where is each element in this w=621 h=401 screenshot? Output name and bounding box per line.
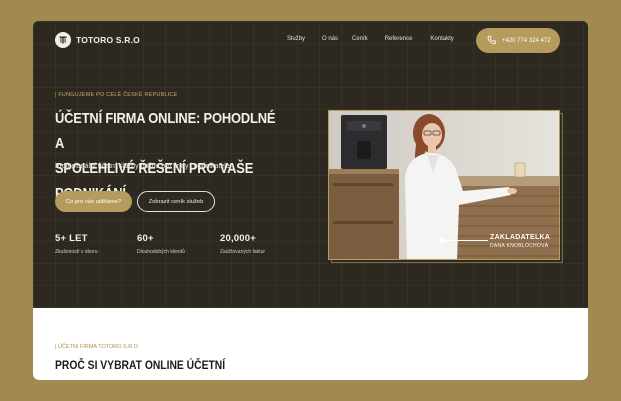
browser-page: TOTORO S.R.O Služby O nás Ceník Referenc… [33, 21, 588, 380]
caption-title: ZAKLADATELKA [490, 234, 551, 241]
caption-line [443, 240, 488, 241]
main-nav: Služby O nás Ceník Reference Kontakty [287, 36, 454, 42]
hero-section: TOTORO S.R.O Služby O nás Ceník Referenc… [33, 21, 588, 308]
nav-item-o-nas[interactable]: O nás [322, 36, 338, 42]
section-title: PROČ SI VYBRAT ONLINE ÚČETNÍ [55, 358, 226, 372]
stat-invoices: 20,000+ Zaúčtovaných faktur [220, 233, 265, 255]
stat-experience: 5+ LET Zkušeností v oboru [55, 233, 98, 255]
founder-caption: ZAKLADATELKA DANA KNOBLOCHOVÁ [490, 234, 550, 249]
section-eyebrow: | ÚČETNÍ FIRMA TOTORO S.R.O [55, 344, 139, 350]
nav-item-reference[interactable]: Reference [385, 36, 413, 42]
caption-name: DANA KNOBLOCHOVÁ [490, 243, 549, 249]
phone-number: +420 774 324 472 [502, 37, 551, 44]
logo[interactable]: TOTORO S.R.O [55, 32, 140, 48]
pricing-button[interactable]: Zobrazit ceník služeb [137, 191, 215, 212]
stat-label: Dlouhodobých klientů [137, 249, 185, 255]
stat-clients: 60+ Dlouhodobých klientů [137, 233, 185, 255]
hero-eyebrow: | FUNGUJEME PO CELÉ ČESKÉ REPUBLICE [55, 92, 178, 98]
stat-value: 20,000+ [220, 233, 257, 244]
hero-subtitle: Profesionální účetní služby online pro f… [55, 163, 232, 170]
stat-value: 60+ [137, 233, 154, 244]
hero-title-line-1: ÚČETNÍ FIRMA ONLINE: POHODLNÉ A [55, 110, 276, 152]
nav-item-cenik[interactable]: Ceník [352, 36, 368, 42]
logo-text: TOTORO S.R.O [76, 35, 140, 45]
services-button[interactable]: Co pro vás uděláme? [55, 191, 132, 212]
phone-button[interactable]: +420 774 324 472 [476, 28, 560, 53]
stat-label: Zkušeností v oboru [55, 249, 98, 255]
nav-item-kontakty[interactable]: Kontakty [430, 36, 453, 42]
logo-icon [55, 32, 71, 48]
stat-value: 5+ LET [55, 233, 88, 244]
why-section: | ÚČETNÍ FIRMA TOTORO S.R.O PROČ SI VYBR… [33, 308, 588, 380]
nav-item-sluzby[interactable]: Služby [287, 36, 305, 42]
stat-label: Zaúčtovaných faktur [220, 249, 266, 255]
phone-icon [487, 32, 497, 50]
